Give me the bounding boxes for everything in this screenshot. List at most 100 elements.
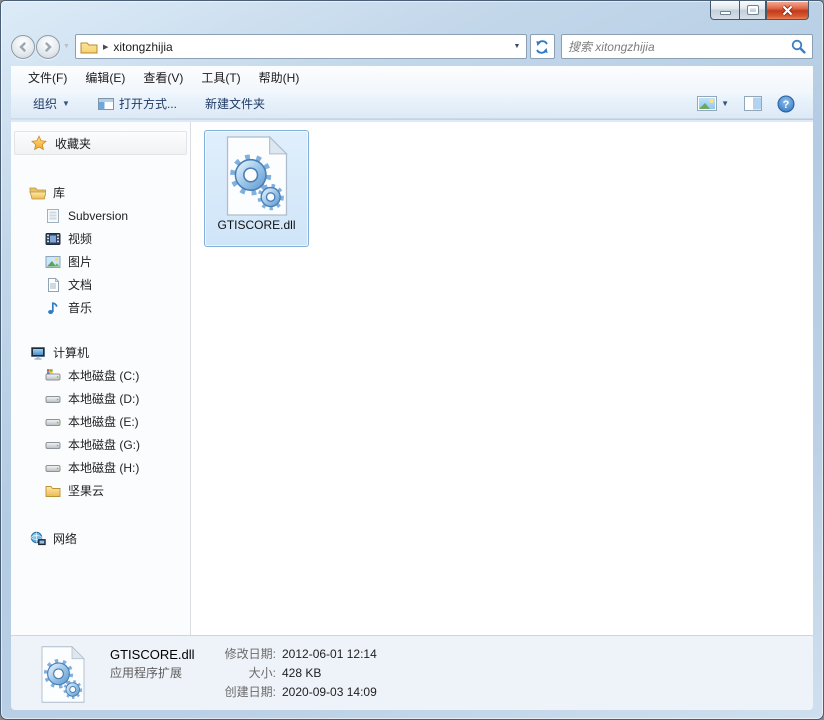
- sidebar-item-documents[interactable]: 文档: [11, 273, 190, 296]
- menu-help[interactable]: 帮助(H): [254, 66, 305, 89]
- folder-icon: [44, 483, 61, 499]
- sidebar-item-libraries[interactable]: 库: [11, 181, 190, 204]
- navigation-pane: 收藏夹 库 Subversion 视频 图片 文档 音乐 计算机 本地磁盘 (C…: [11, 122, 191, 635]
- search-icon[interactable]: [791, 39, 806, 54]
- disk-e-label: 本地磁盘 (E:): [68, 415, 139, 429]
- menu-view[interactable]: 查看(V): [138, 66, 188, 89]
- system-drive-icon: [44, 368, 61, 384]
- documents-icon: [44, 277, 61, 293]
- details-pane: GTISCORE.dll 修改日期: 2012-06-01 12:14 应用程序…: [11, 635, 813, 710]
- file-list[interactable]: GTISCORE.dll: [191, 122, 813, 635]
- library-icon: [44, 208, 61, 224]
- sidebar-item-nutstore[interactable]: 坚果云: [11, 479, 190, 502]
- menu-bar: 文件(F) 编辑(E) 查看(V) 工具(T) 帮助(H): [11, 66, 813, 89]
- computer-icon: [29, 345, 46, 361]
- menu-file[interactable]: 文件(F): [23, 66, 72, 89]
- menu-tools[interactable]: 工具(T): [196, 66, 245, 89]
- size-value: 428 KB: [282, 666, 322, 680]
- folder-icon: [80, 42, 98, 53]
- organize-button[interactable]: 组织 ▼: [33, 95, 70, 112]
- back-button[interactable]: [11, 34, 35, 59]
- address-bar[interactable]: ▶ xitongzhijia ▼: [74, 34, 527, 59]
- videos-label: 视频: [68, 232, 93, 246]
- file-item-selected[interactable]: GTISCORE.dll: [204, 130, 309, 247]
- music-label: 音乐: [68, 301, 93, 315]
- minimize-button[interactable]: [710, 1, 739, 20]
- drive-icon: [44, 460, 61, 476]
- explorer-window: ▼ ▶ xitongzhijia ▼ 文件(F) 编辑(E) 查看(V) 工具(…: [0, 0, 824, 720]
- change-view-button[interactable]: ▼: [697, 96, 729, 111]
- disk-g-label: 本地磁盘 (G:): [68, 438, 140, 452]
- details-file-type: 应用程序扩展: [110, 666, 183, 680]
- open-with-button[interactable]: 打开方式...: [97, 95, 177, 112]
- new-folder-button[interactable]: 新建文件夹: [205, 95, 265, 112]
- close-icon: [782, 4, 793, 16]
- sidebar-item-disk-c[interactable]: 本地磁盘 (C:): [11, 364, 190, 387]
- dll-file-icon: [41, 646, 85, 703]
- pictures-label: 图片: [68, 255, 93, 269]
- window-controls: [710, 1, 809, 20]
- documents-label: 文档: [68, 278, 93, 292]
- forward-button[interactable]: [36, 34, 60, 59]
- views-caret-icon: ▼: [721, 99, 729, 108]
- navigation-bar: ▼ ▶ xitongzhijia ▼: [11, 33, 813, 60]
- new-folder-label: 新建文件夹: [204, 97, 265, 111]
- drive-icon: [44, 437, 61, 453]
- address-dropdown-icon[interactable]: ▼: [508, 35, 526, 58]
- sidebar-item-favorites[interactable]: 收藏夹: [14, 131, 187, 155]
- recent-pages-chevron-icon[interactable]: ▼: [63, 43, 70, 50]
- views-icon: [697, 96, 718, 111]
- menu-edit[interactable]: 编辑(E): [80, 66, 130, 89]
- breadcrumb-folder[interactable]: xitongzhijia: [113, 40, 508, 54]
- size-label: 大小:: [248, 666, 276, 680]
- svg-text:?: ?: [783, 99, 790, 111]
- network-label: 网络: [53, 532, 78, 546]
- sidebar-item-videos[interactable]: 视频: [11, 227, 190, 250]
- music-icon: [44, 300, 61, 316]
- disk-c-label: 本地磁盘 (C:): [68, 369, 140, 383]
- sidebar-item-disk-h[interactable]: 本地磁盘 (H:): [11, 456, 190, 479]
- subversion-label: Subversion: [68, 208, 129, 223]
- sidebar-item-subversion[interactable]: Subversion: [11, 204, 190, 227]
- open-with-label: 打开方式...: [118, 97, 177, 111]
- forward-icon: [45, 41, 52, 52]
- libraries-icon: [29, 185, 46, 201]
- search-input[interactable]: [567, 39, 791, 54]
- disk-d-label: 本地磁盘 (D:): [68, 392, 140, 406]
- pictures-icon: [44, 254, 61, 270]
- command-toolbar: 组织 ▼ 打开方式... 新建文件夹 ▼ ?: [11, 89, 813, 119]
- sidebar-item-disk-g[interactable]: 本地磁盘 (G:): [11, 433, 190, 456]
- created-date-value: 2020-09-03 14:09: [282, 685, 377, 699]
- sidebar-item-network[interactable]: 网络: [11, 527, 190, 550]
- sidebar-item-computer[interactable]: 计算机: [11, 341, 190, 364]
- back-icon: [19, 41, 26, 52]
- help-icon[interactable]: ?: [777, 95, 795, 113]
- created-date-label: 创建日期:: [224, 685, 276, 699]
- favorites-star-icon: [31, 135, 47, 151]
- sidebar-item-disk-e[interactable]: 本地磁盘 (E:): [11, 410, 190, 433]
- breadcrumb-arrow-icon: ▶: [102, 43, 109, 51]
- organize-caret-icon: ▼: [62, 99, 70, 108]
- drive-icon: [44, 391, 61, 407]
- network-icon: [29, 531, 46, 547]
- maximize-button[interactable]: [739, 1, 766, 20]
- sidebar-item-disk-d[interactable]: 本地磁盘 (D:): [11, 387, 190, 410]
- refresh-icon: [536, 39, 549, 54]
- refresh-button[interactable]: [529, 34, 555, 59]
- nutstore-label: 坚果云: [68, 484, 105, 498]
- file-name-label: GTISCORE.dll: [217, 218, 296, 232]
- close-button[interactable]: [766, 1, 809, 20]
- sidebar-item-pictures[interactable]: 图片: [11, 250, 190, 273]
- favorites-label: 收藏夹: [55, 136, 92, 151]
- drive-icon: [44, 414, 61, 430]
- disk-h-label: 本地磁盘 (H:): [68, 461, 140, 475]
- videos-icon: [44, 231, 61, 247]
- maximize-icon: [746, 5, 759, 15]
- preview-pane-icon[interactable]: [744, 96, 762, 111]
- modified-date-value: 2012-06-01 12:14: [282, 647, 377, 661]
- dll-file-icon: [226, 136, 288, 216]
- details-text: GTISCORE.dll 修改日期: 2012-06-01 12:14 应用程序…: [110, 644, 377, 702]
- search-box: [560, 34, 813, 59]
- content-area: 收藏夹 库 Subversion 视频 图片 文档 音乐 计算机 本地磁盘 (C…: [11, 120, 813, 635]
- sidebar-item-music[interactable]: 音乐: [11, 296, 190, 319]
